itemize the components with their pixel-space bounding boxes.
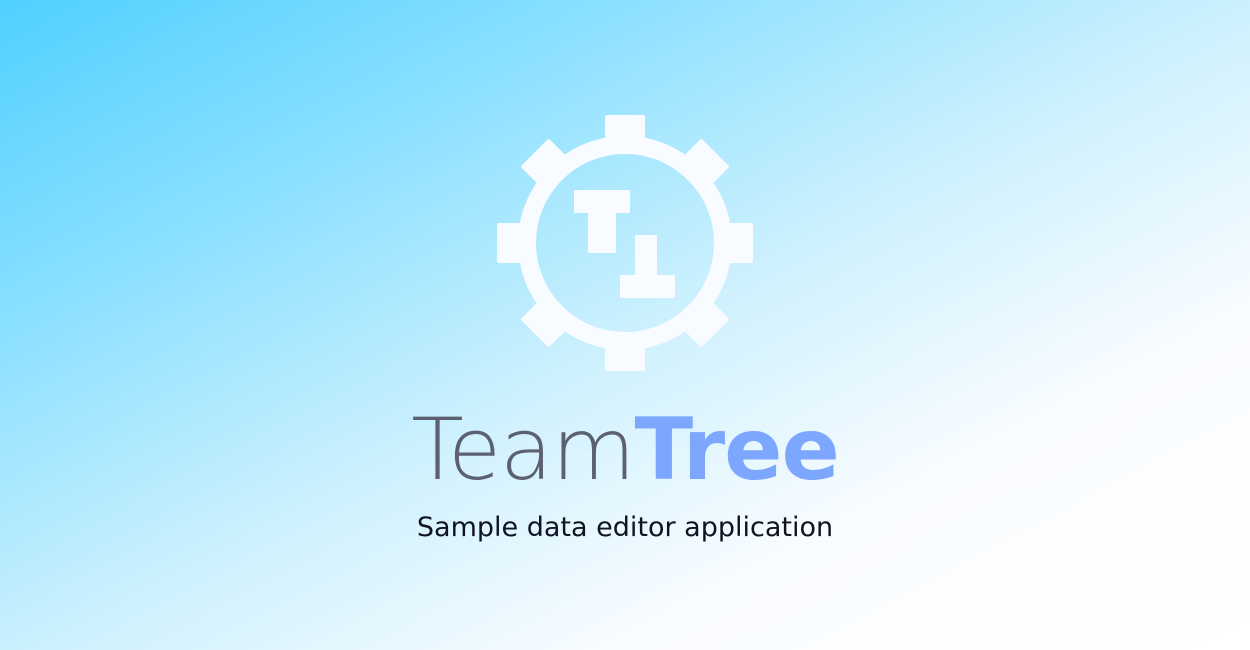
app-title: TeamTree [0,400,1250,500]
gear-tt-logo-icon [497,115,753,371]
app-tagline: Sample data editor application [416,512,834,543]
app-title-bold-part: Tree [634,400,840,500]
app-title-light-part: Team [411,400,635,500]
